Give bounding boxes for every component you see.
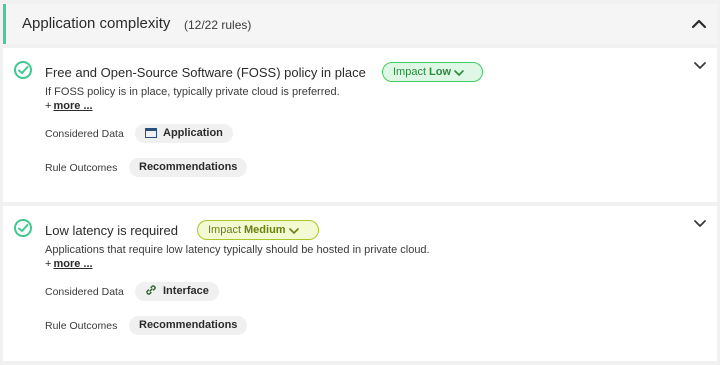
rule-title: Free and Open-Source Software (FOSS) pol… [45,65,366,80]
rule-description: If FOSS policy is in place, typically pr… [45,86,340,98]
impact-level: Low [429,66,452,78]
impact-badge[interactable]: Impact Low [382,62,483,82]
section-rule-count: (12/22 rules) [184,18,252,32]
more-toggle[interactable]: + more ... [45,100,93,112]
chevron-up-icon[interactable] [691,16,707,32]
window-icon [145,128,157,138]
chevron-down-icon [288,228,299,235]
impact-label: Impact [208,224,242,236]
more-link[interactable]: more ... [53,100,92,112]
more-prefix: + [45,100,52,112]
considered-data-label: Considered Data [45,286,124,298]
considered-data-chip[interactable]: Interface [135,282,219,301]
expand-chevron-icon[interactable] [693,218,707,230]
chevron-down-icon [454,70,464,77]
section-title: Application complexity [22,15,171,32]
impact-level: Medium [244,224,286,236]
rule-card: Free and Open-Source Software (FOSS) pol… [3,48,717,202]
section-header[interactable]: Application complexity (12/22 rules) [3,4,717,44]
link-icon [146,285,156,295]
considered-data-chip[interactable]: Application [135,124,233,143]
impact-badge[interactable]: Impact Medium [197,220,319,240]
rule-description: Applications that require low latency ty… [45,244,430,256]
rule-outcomes-label: Rule Outcomes [45,320,118,332]
check-circle-icon [14,61,32,79]
considered-data-value: Application [163,127,223,139]
rule-outcomes-chip[interactable]: Recommendations [129,316,248,335]
rule-card: Low latency is required Impact Medium App… [3,206,717,361]
more-link[interactable]: more ... [53,258,92,270]
more-prefix: + [45,258,52,270]
considered-data-value: Interface [163,285,209,297]
rule-outcomes-value: Recommendations [139,161,238,173]
check-circle-icon [14,219,32,237]
rule-title: Low latency is required [45,223,178,238]
rule-outcomes-label: Rule Outcomes [45,162,118,174]
impact-label: Impact [393,66,427,78]
considered-data-label: Considered Data [45,128,124,140]
expand-chevron-icon[interactable] [693,60,707,72]
more-toggle[interactable]: + more ... [45,258,93,270]
rule-outcomes-chip[interactable]: Recommendations [129,158,248,177]
rule-outcomes-value: Recommendations [139,319,238,331]
